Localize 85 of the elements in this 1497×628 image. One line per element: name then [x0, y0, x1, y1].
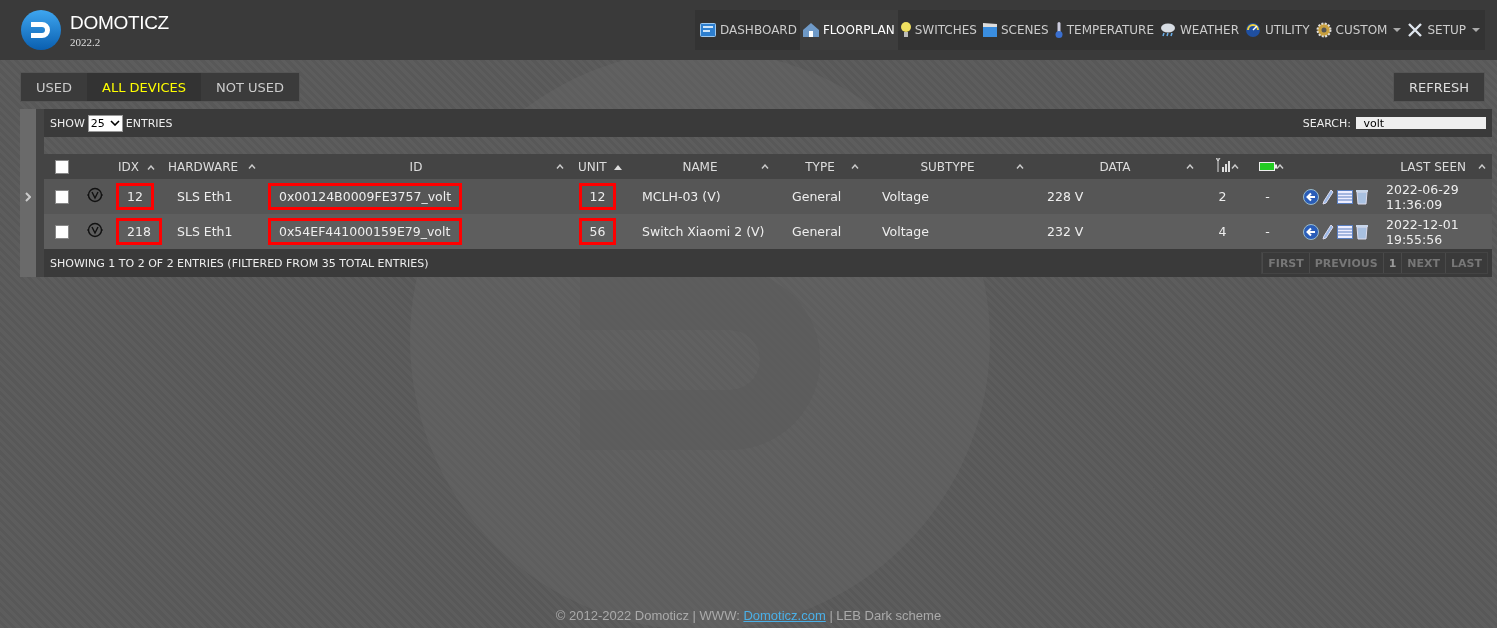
sort-icon[interactable] — [761, 164, 769, 169]
sort-icon[interactable] — [1186, 164, 1194, 169]
trash-icon[interactable] — [1355, 223, 1368, 240]
search-field[interactable]: _volt — [1356, 117, 1486, 129]
chevron-right-icon — [25, 191, 31, 202]
rain-cloud-icon — [1159, 23, 1176, 37]
last-seen-cell: 2022-12-01 19:55:56 — [1386, 216, 1459, 247]
column-header[interactable]: ID — [409, 159, 423, 174]
bulb-icon — [900, 22, 911, 38]
sort-icon[interactable] — [248, 164, 256, 169]
clapperboard-icon — [982, 23, 997, 37]
battery-icon — [1258, 161, 1277, 171]
sort-icon[interactable] — [1016, 164, 1024, 169]
logo-icon — [20, 9, 62, 51]
gauge-icon — [1244, 22, 1261, 38]
table-cell: 12 — [116, 183, 154, 210]
refresh-button[interactable]: REFRESH — [1393, 72, 1485, 102]
voltmeter-icon — [87, 187, 103, 203]
pencil-icon[interactable] — [1321, 188, 1334, 205]
signal-icon — [1215, 158, 1230, 172]
table-icon[interactable] — [1336, 189, 1353, 204]
table-cell-text: General — [791, 223, 843, 241]
page-size-select[interactable]: 25 — [87, 114, 123, 132]
table-cell-text: - — [1264, 188, 1271, 206]
gear-icon — [1315, 22, 1332, 38]
footer-text: © 2012-2022 Domoticz | WWW: Domoticz.com | LEB Dark scheme — [555, 608, 942, 623]
sort-ascending-icon[interactable] — [614, 164, 623, 170]
sort-icon[interactable] — [1478, 164, 1486, 169]
nav-item[interactable]: UTILITY — [1241, 10, 1313, 50]
table-cell: 0x54EF441000159E79_volt — [268, 218, 462, 245]
nav-item[interactable]: TEMPERATURE — [1051, 10, 1157, 50]
trash-icon[interactable] — [1355, 188, 1368, 205]
sort-icon[interactable] — [851, 164, 859, 169]
monitor-icon — [700, 23, 716, 37]
table-cell-text: Voltage — [881, 223, 930, 241]
table-icon[interactable] — [1336, 224, 1353, 239]
pencil-icon[interactable] — [1321, 223, 1334, 240]
table-cell: 218 — [116, 218, 162, 245]
nav-item[interactable]: FLOORPLAN — [799, 10, 898, 50]
entries-label: ENTRIES — [125, 116, 173, 130]
last-seen-cell: 2022-06-29 11:36:09 — [1386, 181, 1459, 212]
nav-item[interactable]: CUSTOM — [1312, 10, 1405, 50]
nav-item[interactable]: WEATHER — [1156, 10, 1242, 50]
table-cell: 12 — [578, 183, 617, 210]
caret-icon — [1472, 28, 1480, 32]
app-version: 2022.2 — [70, 36, 102, 48]
table-cell-text: 228 V — [1046, 188, 1085, 206]
entries-info: SHOWING 1 TO 2 OF 2 ENTRIES (FILTERED FROM 35 TOTAL ENTRIES) — [50, 256, 429, 270]
column-header[interactable]: SUBTYPE — [920, 159, 975, 174]
table-cell-text: Switch Xiaomi 2 (V) — [641, 223, 766, 241]
caret-icon — [1393, 28, 1402, 32]
thermometer-icon — [1054, 22, 1063, 38]
tools-icon — [1407, 22, 1424, 38]
sort-icon[interactable] — [1276, 164, 1284, 169]
table-cell-text: 2 — [1217, 188, 1228, 206]
table-cell-text: MCLH-03 (V) — [641, 188, 722, 206]
table-cell-text: SLS Eth1 — [176, 188, 234, 206]
table-cell-text: 4 — [1217, 223, 1228, 241]
select-all-checkbox[interactable] — [55, 159, 69, 174]
sort-icon[interactable] — [1231, 164, 1239, 169]
column-header[interactable]: DATA — [1099, 159, 1131, 174]
table-cell-text: - — [1264, 223, 1271, 241]
sort-icon[interactable] — [146, 164, 155, 170]
column-header[interactable]: NAME — [682, 159, 718, 174]
table-cell-text: SLS Eth1 — [176, 223, 234, 241]
table-cell: 0x00124B0009FE3757_volt — [268, 183, 463, 210]
nav-item[interactable]: DASHBOARD — [697, 10, 800, 50]
column-header[interactable]: TYPE — [805, 159, 835, 174]
nav-item[interactable]: SWITCHES — [897, 10, 980, 50]
house-icon — [802, 23, 819, 37]
app-name: DOMOTICZ — [70, 12, 169, 34]
search-label: SEARCH: — [1302, 116, 1351, 130]
dropdown-caret-icon — [109, 120, 120, 126]
table-cell: 56 — [578, 218, 617, 245]
row-checkbox[interactable] — [55, 190, 69, 205]
table-cell-text: 232 V — [1046, 223, 1085, 241]
nav-item[interactable]: SETUP — [1404, 10, 1483, 50]
tab[interactable]: ALL DEVICES — [87, 73, 201, 101]
table-cell-text: General — [791, 188, 843, 206]
nav-item[interactable]: SCENES — [979, 10, 1052, 50]
sort-icon[interactable] — [556, 164, 564, 169]
table-cell-text: Voltage — [881, 188, 930, 206]
voltmeter-icon — [87, 222, 103, 238]
row-checkbox[interactable] — [55, 225, 69, 240]
show-label: SHOW — [50, 116, 85, 130]
